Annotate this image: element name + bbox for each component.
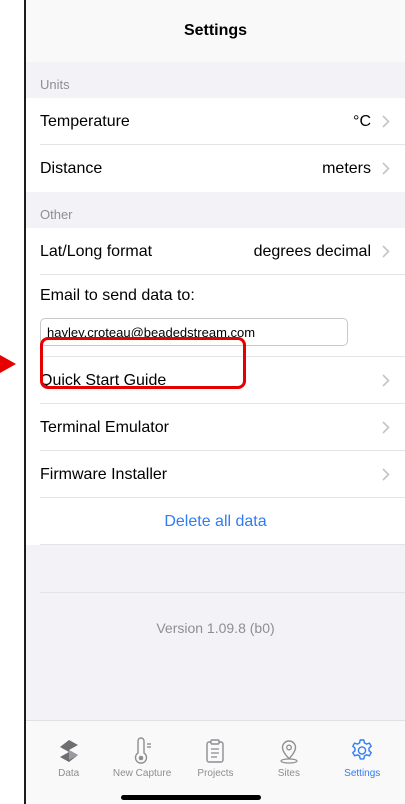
other-group: Lat/Long format degrees decimal Email to… xyxy=(26,228,405,545)
terminal-emulator-row[interactable]: Terminal Emulator xyxy=(26,404,405,451)
location-pin-icon xyxy=(280,740,298,764)
tab-new-capture[interactable]: New Capture xyxy=(112,721,172,804)
firmware-installer-label: Firmware Installer xyxy=(40,465,168,483)
tab-label: Projects xyxy=(197,768,234,779)
section-header-units: Units xyxy=(26,62,405,98)
latlong-format-value: degrees decimal xyxy=(253,242,371,260)
firmware-installer-row[interactable]: Firmware Installer xyxy=(26,451,405,498)
quick-start-guide-label: Quick Start Guide xyxy=(40,371,167,389)
annotation-arrow xyxy=(0,355,16,373)
tab-label: New Capture xyxy=(112,768,172,779)
phone-screen: Settings Units Temperature °C Distance m… xyxy=(24,0,405,804)
terminal-emulator-label: Terminal Emulator xyxy=(40,418,169,436)
email-label: Email to send data to: xyxy=(40,287,195,304)
tab-data[interactable]: Data xyxy=(39,721,99,804)
distance-row[interactable]: Distance meters xyxy=(26,145,405,192)
email-label-row: Email to send data to: xyxy=(26,275,405,317)
units-group: Temperature °C Distance meters xyxy=(26,98,405,192)
temperature-row[interactable]: Temperature °C xyxy=(26,98,405,145)
chevron-right-icon xyxy=(381,374,391,388)
chevron-right-icon xyxy=(381,115,391,129)
chevron-right-icon xyxy=(381,421,391,435)
spacer xyxy=(26,545,405,592)
distance-label: Distance xyxy=(40,159,103,177)
settings-list: Units Temperature °C Distance meters Oth… xyxy=(26,62,405,663)
tab-label: Sites xyxy=(277,768,300,779)
thermometer-icon xyxy=(134,737,152,764)
chevron-right-icon xyxy=(381,468,391,482)
gear-icon xyxy=(352,739,373,760)
data-logo-icon xyxy=(59,740,78,762)
email-input-row xyxy=(26,317,405,357)
tab-bar: Data New Capture Projects Sites Settings xyxy=(26,720,405,804)
home-indicator xyxy=(121,795,261,800)
latlong-format-row[interactable]: Lat/Long format degrees decimal xyxy=(26,228,405,275)
tab-label: Settings xyxy=(344,768,381,779)
email-field[interactable] xyxy=(40,318,348,346)
quick-start-guide-row[interactable]: Quick Start Guide xyxy=(26,357,405,404)
temperature-value: °C xyxy=(353,112,371,130)
chevron-right-icon xyxy=(381,245,391,259)
tab-settings[interactable]: Settings xyxy=(332,721,392,804)
distance-value: meters xyxy=(322,159,371,177)
tab-label: Data xyxy=(58,768,80,779)
chevron-right-icon xyxy=(381,162,391,176)
clipboard-icon xyxy=(206,739,225,763)
delete-all-data-button[interactable]: Delete all data xyxy=(26,498,405,545)
page-title: Settings xyxy=(183,22,248,39)
section-header-other: Other xyxy=(26,192,405,228)
tab-sites[interactable]: Sites xyxy=(259,721,319,804)
latlong-format-label: Lat/Long format xyxy=(40,242,153,260)
tab-projects[interactable]: Projects xyxy=(185,721,245,804)
temperature-label: Temperature xyxy=(40,112,130,130)
navigation-bar: Settings xyxy=(26,0,405,62)
version-text: Version 1.09.8 (b0) xyxy=(26,593,405,663)
